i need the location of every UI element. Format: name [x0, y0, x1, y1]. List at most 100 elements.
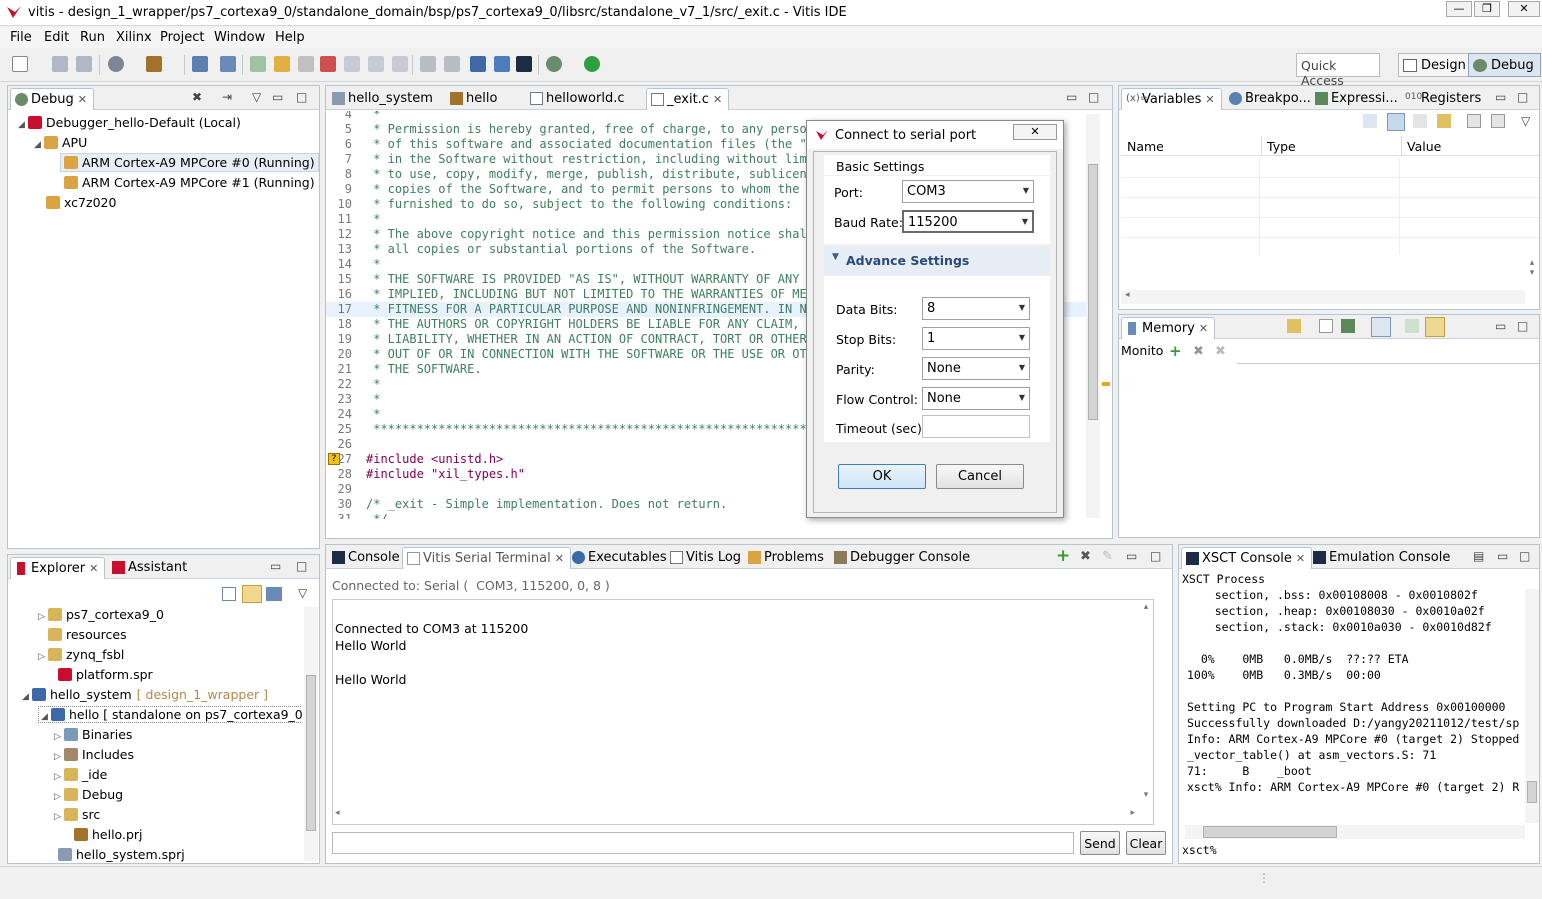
tab-xsct-console[interactable]: XSCT Console ✕	[1181, 547, 1313, 569]
menu-file[interactable]: File	[10, 30, 32, 45]
minimize-icon[interactable]: ▭	[272, 90, 283, 104]
xsct-horizontal-scrollbar[interactable]	[1185, 825, 1525, 839]
skip-breakpoints-icon[interactable]	[220, 56, 236, 72]
tree-item[interactable]: ▷ Includes	[54, 747, 134, 762]
tab-console[interactable]: Console	[328, 547, 406, 569]
view-menu-icon[interactable]: ▽	[1521, 114, 1530, 128]
vertical-scrollbar[interactable]: ▴	[1139, 602, 1153, 806]
drop-frame-icon[interactable]	[444, 56, 460, 72]
toggle-layout-icon[interactable]	[1405, 319, 1419, 333]
expand-toggle-icon[interactable]: ◢	[22, 692, 32, 702]
editor-tab-helloworld-c[interactable]: helloworld.c	[526, 88, 631, 110]
close-icon[interactable]: ✕	[1199, 322, 1208, 335]
expand-toggle-icon[interactable]: ▷	[54, 812, 64, 822]
tab-explorer[interactable]: Explorer ✕	[10, 557, 106, 579]
close-icon[interactable]: ✕	[89, 562, 98, 575]
menu-project[interactable]: Project	[160, 30, 204, 45]
tree-item[interactable]: ◢ hello_system [ design_1_wrapper ]	[22, 687, 268, 702]
advance-settings-header[interactable]: ▼ Advance Settings	[824, 247, 1050, 275]
tree-item[interactable]: ◢ hello [ standalone on ps7_cortexa9_0 ]	[38, 706, 302, 723]
tab-problems[interactable]: Problems	[744, 547, 830, 569]
link-memory-icon[interactable]	[1287, 319, 1301, 333]
editor-vertical-scrollbar[interactable]	[1086, 114, 1100, 518]
maximize-icon[interactable]: □	[1519, 549, 1530, 563]
maximize-icon[interactable]: □	[1517, 90, 1528, 104]
tree-item[interactable]: hello_system.sprj	[48, 847, 185, 862]
minimize-icon[interactable]: ▭	[1495, 319, 1506, 333]
collapse-all-icon[interactable]	[222, 587, 236, 601]
tab-emulation-console[interactable]: Emulation Console	[1309, 547, 1456, 569]
explorer-scrollbar[interactable]	[304, 607, 318, 861]
link-editor-icon[interactable]	[242, 585, 262, 603]
terminate-icon[interactable]	[298, 56, 314, 72]
add-terminal-icon[interactable]: +	[1056, 546, 1070, 566]
timeout-input[interactable]	[922, 415, 1030, 438]
remove-all-monitors-icon[interactable]: ✖	[1215, 344, 1226, 359]
step-into-icon[interactable]	[344, 56, 360, 72]
expand-toggle-icon[interactable]: ▷	[38, 612, 48, 622]
perspective-design[interactable]: Design	[1398, 53, 1473, 77]
quick-access-field[interactable]: Quick Access	[1296, 53, 1380, 88]
tab-breakpoints[interactable]: Breakpo...	[1225, 88, 1317, 110]
close-icon[interactable]: ✕	[78, 93, 87, 106]
vertical-scrollbar[interactable]: ▴ ▾	[1525, 258, 1539, 288]
sync-icon[interactable]	[1425, 317, 1445, 337]
new-icon[interactable]	[12, 56, 28, 72]
tree-item[interactable]: resources	[38, 627, 127, 642]
tree-item[interactable]: ◢ Debugger_hello-Default (Local)	[18, 115, 241, 130]
terminal-input[interactable]	[332, 832, 1074, 854]
expand-toggle-icon[interactable]: ◢	[41, 712, 51, 722]
tree-item[interactable]: platform.spr	[48, 667, 153, 682]
debug-config-icon[interactable]	[108, 56, 124, 72]
scroll-thumb[interactable]	[1088, 164, 1098, 420]
editor-tab-hello[interactable]: hello	[446, 88, 503, 110]
run-icon[interactable]	[584, 56, 600, 72]
expand-toggle-icon[interactable]: ▷	[54, 732, 64, 742]
tab-registers[interactable]: 010 Registers	[1401, 88, 1487, 110]
ok-button[interactable]: OK	[838, 464, 926, 489]
tree-item-selected[interactable]: ARM Cortex-A9 MPCore #0 (Running)	[60, 153, 319, 172]
debug-bug-icon[interactable]	[546, 56, 562, 72]
expand-toggle-icon[interactable]: ▷	[54, 792, 64, 802]
minimize-icon[interactable]: ▭	[1497, 549, 1508, 563]
menu-help[interactable]: Help	[275, 30, 305, 45]
save-icon[interactable]	[52, 56, 68, 72]
project-tree[interactable]: ▷ ps7_cortexa9_0 resources ▷ zynq_fsbl platfo…	[8, 605, 302, 863]
editor-tab-hello-system[interactable]: hello_system	[328, 88, 439, 110]
clear-terminal-icon[interactable]: ✎	[1102, 549, 1113, 564]
port-select[interactable]: COM3	[902, 180, 1034, 203]
toggle-split-icon[interactable]	[1371, 317, 1391, 337]
xsct-icon[interactable]	[470, 56, 486, 72]
program-fpga-icon[interactable]	[192, 56, 208, 72]
horizontal-scrollbar[interactable]: ◂	[1121, 290, 1525, 304]
flow-control-select[interactable]: None	[922, 387, 1030, 410]
close-icon[interactable]: ✕	[713, 93, 722, 106]
maximize-icon[interactable]: □	[296, 90, 307, 104]
scroll-thumb[interactable]	[306, 675, 316, 831]
warning-marker-icon[interactable]: ?	[328, 453, 340, 465]
column-name[interactable]: Name	[1127, 139, 1164, 154]
tab-memory[interactable]: Memory ✕	[1121, 317, 1216, 339]
scroll-thumb[interactable]	[1203, 826, 1337, 838]
import-icon[interactable]	[1341, 319, 1355, 333]
cancel-button[interactable]: Cancel	[936, 464, 1024, 489]
view-menu-icon[interactable]: ▽	[252, 90, 261, 104]
menu-xilinx[interactable]: Xilinx	[116, 30, 152, 45]
minimize-icon[interactable]: ▭	[1126, 549, 1137, 563]
minimize-button[interactable]: —	[1446, 1, 1472, 17]
dialog-close-button[interactable]: ✕	[1013, 124, 1057, 140]
tree-item[interactable]: ◢ APU	[34, 135, 87, 150]
tree-item[interactable]: ▷ src	[54, 807, 100, 822]
new-view-icon[interactable]	[1467, 114, 1481, 128]
column-type[interactable]: Type	[1267, 139, 1296, 154]
xsct-prompt[interactable]: xsct%	[1182, 843, 1217, 857]
close-button[interactable]: ✕	[1508, 1, 1540, 17]
tab-debugger-console[interactable]: Debugger Console	[830, 547, 976, 569]
restore-button[interactable]: ❐	[1474, 1, 1500, 17]
close-icon[interactable]: ✕	[1296, 552, 1305, 565]
disconnect-icon[interactable]	[320, 56, 336, 72]
collapse-all-icon[interactable]	[1363, 114, 1377, 128]
resume-icon[interactable]	[250, 56, 266, 72]
add-global-icon[interactable]	[1437, 114, 1451, 128]
stop-bits-select[interactable]: 1	[922, 327, 1030, 350]
